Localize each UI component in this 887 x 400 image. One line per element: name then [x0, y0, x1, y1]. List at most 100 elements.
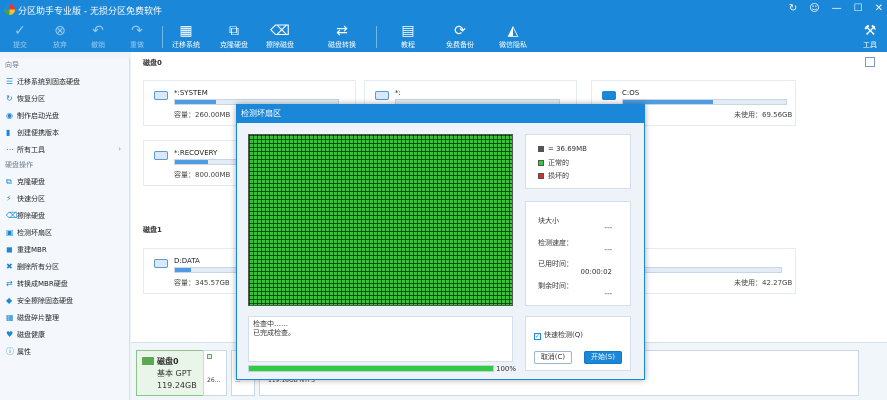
toolbar: ✓ 提交 ⊗ 放弃 ↶ 撤销 ↷ 重做 ▦ 迁移系统 ⧉ 克隆硬盘 ⌫ 擦除磁盘…: [0, 20, 887, 52]
status-log: 检查中…… 已完成检查。: [248, 316, 513, 362]
backup-icon: ⟳: [454, 23, 466, 39]
partition-icon: [154, 259, 168, 268]
progress-text: 100%: [496, 365, 517, 373]
elapsed-label: 已用时间：: [538, 260, 573, 268]
eraser-icon: ⌫: [6, 211, 18, 220]
windows-icon: [602, 91, 616, 100]
sidebar-item-quick-partition[interactable]: ⚡ 快速分区: [0, 190, 129, 207]
speed-label: 检测速度：: [538, 239, 573, 247]
sidebar-item-recover-partition[interactable]: ↻ 恢复分区: [0, 90, 129, 107]
checkbox-icon[interactable]: ✓: [534, 333, 541, 340]
clone-disk-button[interactable]: ⧉ 克隆硬盘: [214, 22, 254, 50]
sidebar-item-bad-sector[interactable]: ▣ 检测坏扇区: [0, 224, 129, 241]
tutorial-icon: ▤: [401, 23, 415, 39]
delete-icon: ✖: [6, 262, 13, 271]
title-bar: 分区助手专业版 - 无损分区免费软件 ↻ ☺ — ☐ ✕: [0, 0, 887, 20]
elapsed-value: 00:00:02: [580, 268, 612, 276]
info-icon: ⓘ: [6, 347, 14, 356]
sidebar-item-rebuild-mbr[interactable]: ◼ 重建MBR: [0, 241, 129, 258]
legend-damaged: 损坏的: [538, 171, 569, 181]
log-line: 已完成检查。: [253, 329, 295, 337]
convert-icon: ⇄: [6, 279, 13, 288]
sidebar-item-migrate-ssd[interactable]: ☰ 迁移系统到固态硬盘: [0, 73, 129, 90]
disk0-label: 磁盘0: [143, 59, 162, 67]
quick-check-checkbox[interactable]: ✓ 快速检测(Q): [534, 330, 583, 340]
diskmap-cell[interactable]: 26...: [203, 350, 227, 396]
legend-normal: 正常的: [538, 158, 569, 168]
free-backup-button[interactable]: ⟳ 免费备份: [440, 22, 480, 50]
tools-button[interactable]: ⚒ 工具: [850, 22, 887, 50]
sector-scan-grid: [248, 134, 513, 306]
cancel-button[interactable]: 取消(C): [534, 351, 572, 364]
lightning-icon: ⚡: [6, 194, 12, 203]
minimize-button[interactable]: —: [832, 3, 842, 14]
undo-icon: ↶: [92, 23, 104, 39]
redo-icon: ↷: [131, 23, 143, 39]
block-swatch: [538, 146, 544, 152]
heart-icon: ♥: [6, 330, 14, 339]
progress-fill: [249, 366, 493, 371]
partition-marker: [207, 354, 212, 359]
usb-icon: ▮: [6, 128, 11, 137]
block-size-value: ---: [604, 224, 612, 232]
sidebar-item-boot-disc[interactable]: ◉ 制作启动光盘: [0, 107, 129, 124]
convert-disk-button[interactable]: ⇄ 磁盘转换: [322, 22, 362, 50]
check-icon: ✓: [14, 23, 26, 39]
refresh-icon[interactable]: ↻: [789, 3, 797, 14]
sidebar-item-portable[interactable]: ▮ 创建便携版本: [0, 124, 129, 141]
options-panel: ✓ 快速检测(Q) 取消(C) 开始(S): [525, 316, 631, 371]
partition-icon: [154, 91, 168, 100]
usage-bar: [622, 99, 787, 105]
progress-bar: [248, 365, 494, 372]
sidebar-item-defrag[interactable]: ▦ 磁盘碎片整理: [0, 309, 129, 326]
tools-icon: ⚒: [863, 23, 877, 39]
disk1-label: 磁盘1: [143, 226, 162, 234]
sidebar-item-clone-disk[interactable]: ⧉ 克隆硬盘: [0, 173, 129, 190]
sidebar-item-convert-mbr[interactable]: ⇄ 转换成MBR硬盘: [0, 275, 129, 292]
convert-disk-icon: ⇄: [336, 23, 348, 39]
dialog-title: 检测坏扇区: [237, 105, 644, 123]
defrag-icon: ▦: [6, 313, 14, 322]
redo-button[interactable]: ↷ 重做: [117, 22, 157, 50]
undo-button[interactable]: ↶ 撤销: [78, 22, 118, 50]
wechat-privacy-button[interactable]: ◭ 微信隐私: [493, 22, 533, 50]
log-line: 检查中……: [253, 320, 288, 328]
sidebar-item-wipe-disk[interactable]: ⌫擦除硬盘: [0, 207, 129, 224]
sidebar-item-delete-all[interactable]: ✖ 删除所有分区: [0, 258, 129, 275]
bad-sector-dialog: 检测坏扇区 = 36.69MB 正常的 损坏的 块大小 --- 检测速度： --…: [236, 104, 645, 380]
remaining-value: ---: [604, 290, 612, 298]
close-button[interactable]: ✕: [875, 3, 883, 14]
maximize-button[interactable]: ☐: [854, 3, 863, 14]
partition-icon: [154, 151, 168, 160]
stats-panel: 块大小 --- 检测速度： --- 已用时间： 00:00:02 剩余时间： -…: [525, 201, 631, 306]
feedback-icon[interactable]: ☺: [809, 3, 819, 14]
recover-icon: ↻: [6, 94, 13, 103]
disc-icon: ◉: [6, 111, 13, 120]
wipe-disk-icon: ⌫: [270, 23, 290, 39]
scan-icon: ▣: [6, 228, 14, 237]
layout-grid-icon[interactable]: [865, 57, 875, 67]
sidebar-item-all-tools[interactable]: ⋯ 所有工具 ›: [0, 141, 129, 158]
commit-button[interactable]: ✓ 提交: [0, 22, 40, 50]
app-title: 分区助手专业版 - 无损分区免费软件: [18, 7, 162, 17]
migrate-os-icon: ▦: [179, 23, 193, 39]
wipe-disk-button[interactable]: ⌫ 擦除磁盘: [260, 22, 300, 50]
remaining-label: 剩余时间：: [538, 282, 573, 290]
sidebar-item-secure-erase[interactable]: ◆ 安全擦除固态硬盘: [0, 292, 129, 309]
sidebar-item-disk-health[interactable]: ♥ 磁盘健康: [0, 326, 129, 343]
dialog-body: = 36.69MB 正常的 损坏的 块大小 --- 检测速度： --- 已用时间…: [237, 123, 644, 379]
chevron-right-icon: ›: [118, 145, 121, 153]
migrate-os-button[interactable]: ▦ 迁移系统: [166, 22, 206, 50]
wechat-privacy-icon: ◭: [507, 23, 519, 39]
shield-icon: ◆: [6, 296, 13, 305]
discard-button[interactable]: ⊗ 放弃: [40, 22, 80, 50]
more-icon: ⋯: [6, 145, 14, 154]
sidebar-item-properties[interactable]: ⓘ 属性: [0, 343, 129, 360]
toolbar-separator: [162, 26, 163, 48]
cancel-icon: ⊗: [54, 23, 66, 39]
tutorial-button[interactable]: ▤ 教程: [388, 22, 428, 50]
disk-icon: [142, 357, 154, 365]
sidebar-heading-disk-ops: 硬盘操作: [5, 161, 33, 169]
start-button[interactable]: 开始(S): [584, 351, 622, 364]
window-controls: ↻ ☺ — ☐ ✕: [789, 3, 883, 14]
